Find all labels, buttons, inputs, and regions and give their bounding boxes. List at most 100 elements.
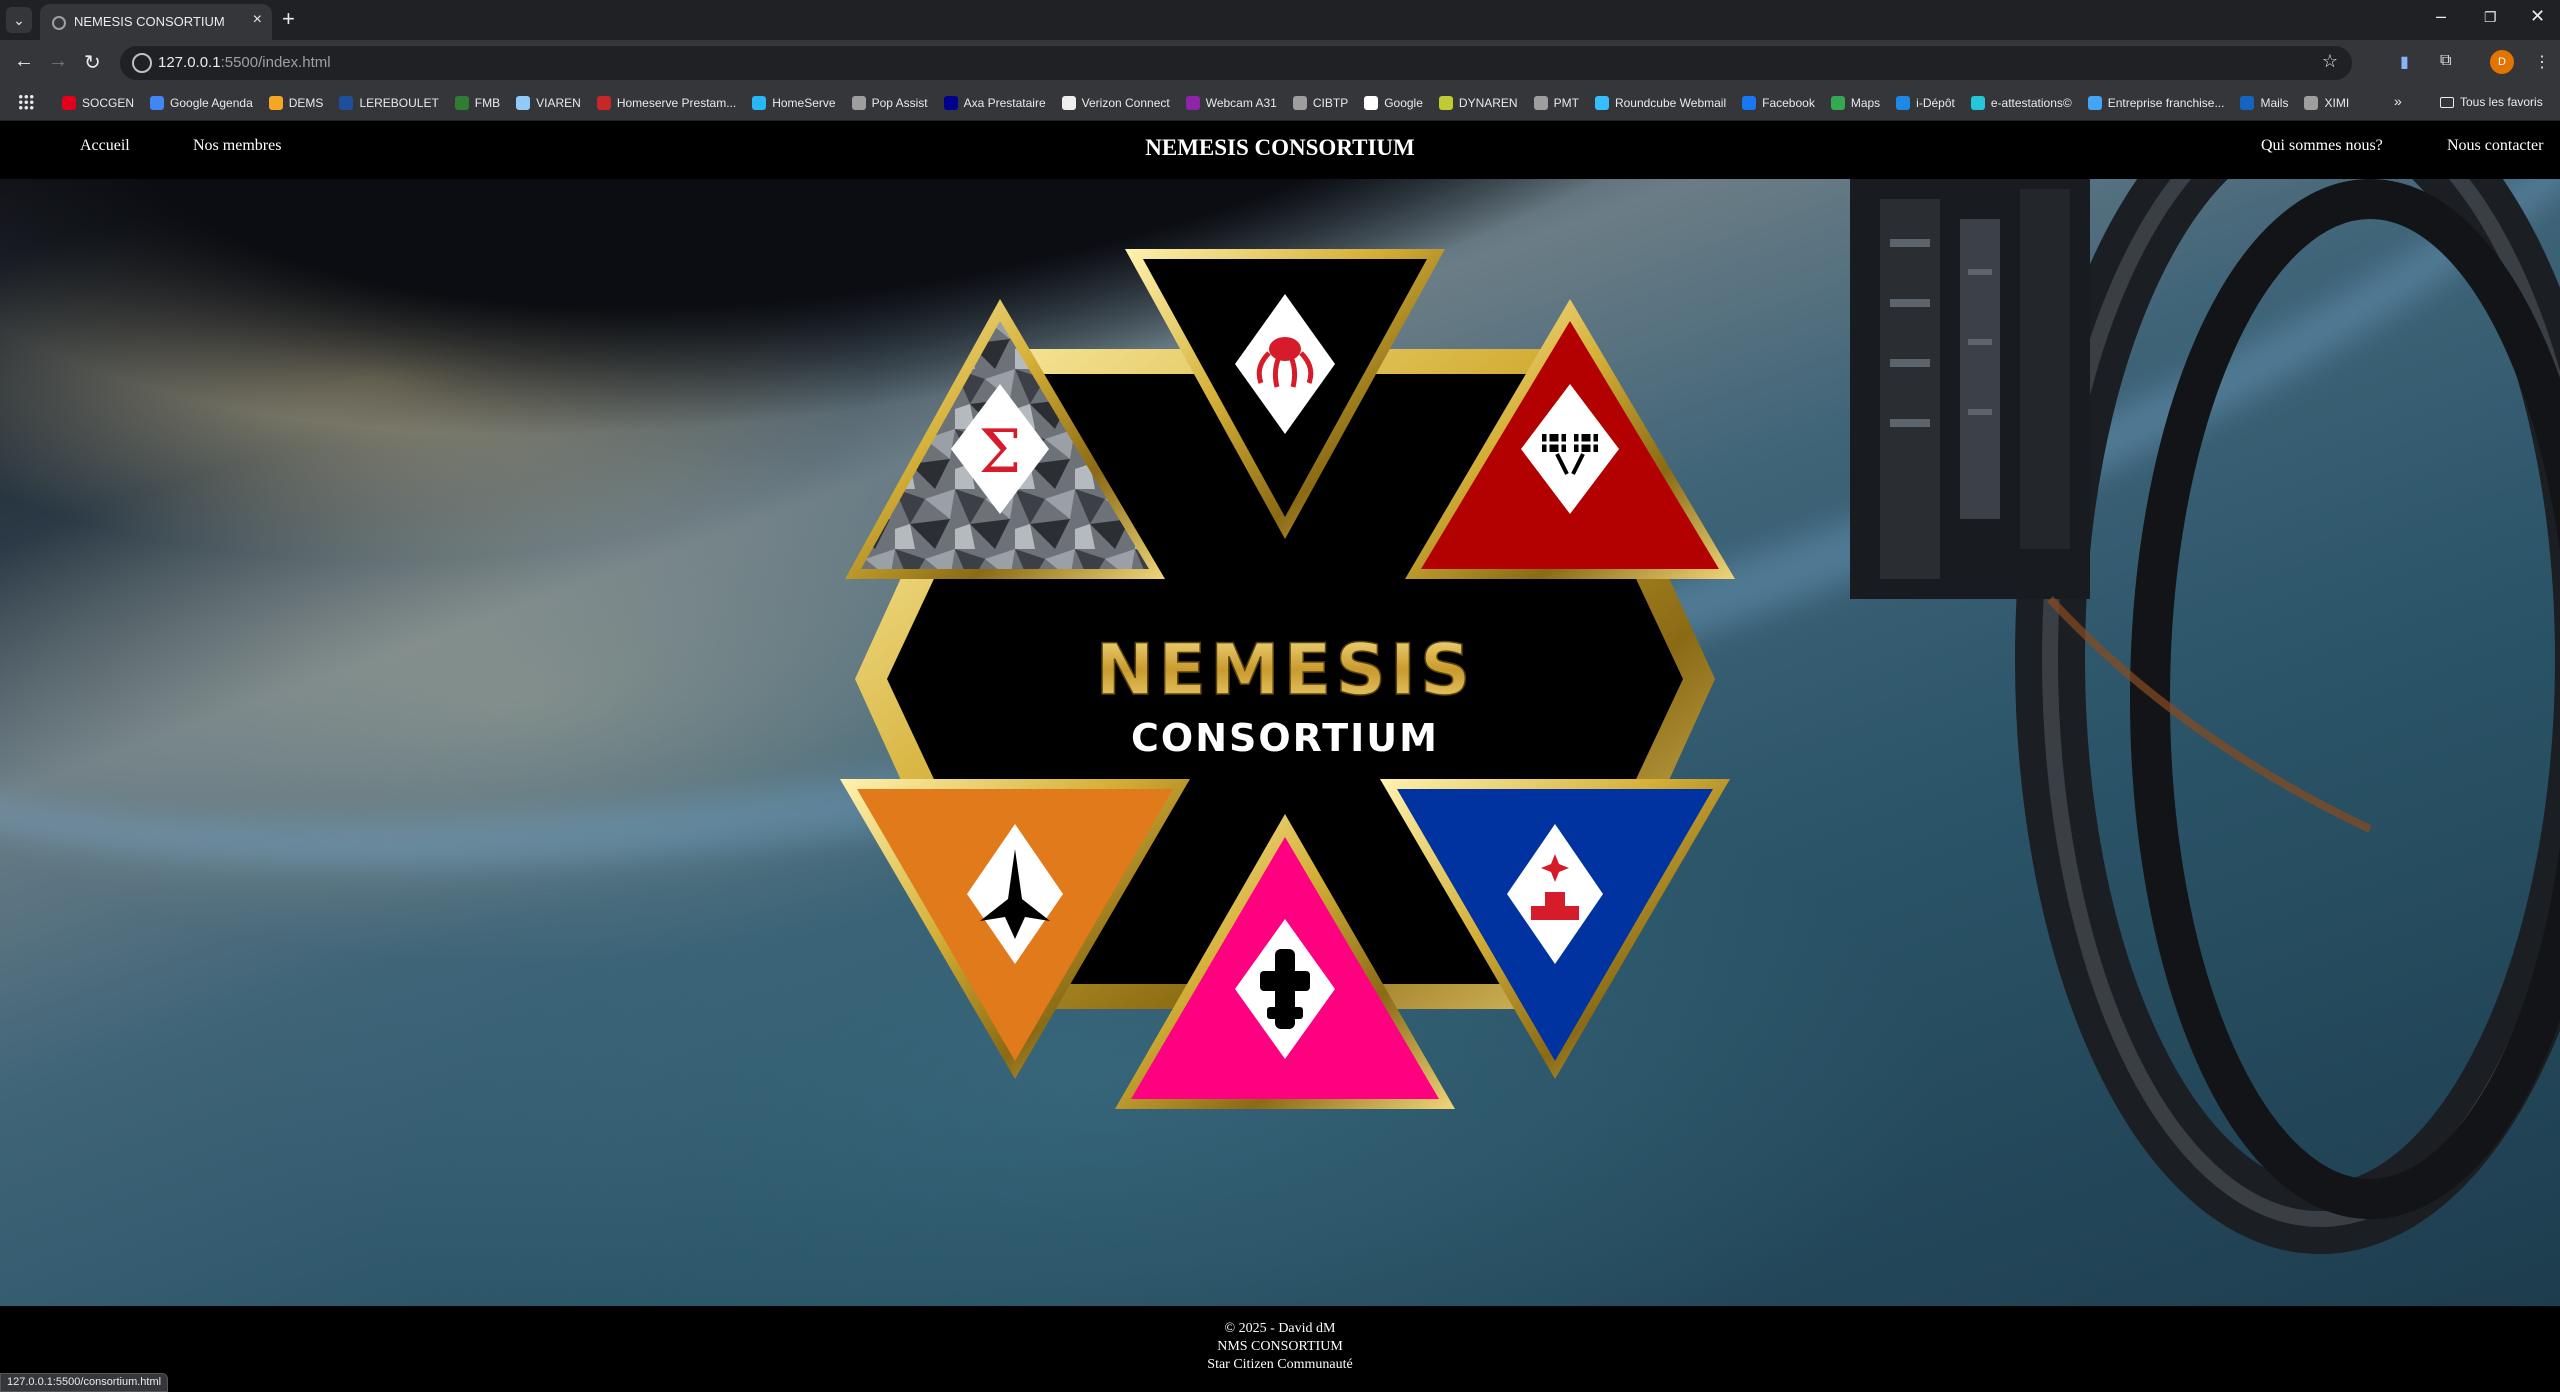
bookmark-item[interactable]: Webcam A31	[1185, 96, 1277, 110]
bookmark-item[interactable]: Verizon Connect	[1061, 96, 1170, 110]
extensions-puzzle-icon[interactable]: ⧉	[2440, 52, 2451, 70]
bookmark-item[interactable]: FMB	[454, 96, 501, 110]
nemesis-consortium-emblem: Σ NEMESIS CONSORTIUM	[840, 249, 1735, 1109]
bookmark-label: CIBTP	[1312, 96, 1349, 110]
sigma-icon: Σ	[979, 417, 1021, 487]
bookmark-item[interactable]: SOCGEN	[62, 96, 134, 110]
bookmark-favicon-icon	[1830, 96, 1845, 110]
extension-icon[interactable]: ▮	[2400, 52, 2409, 72]
bookmark-favicon-icon	[1364, 96, 1379, 110]
bookmark-label: Axa Prestataire	[963, 96, 1046, 110]
bookmark-label: DEMS	[288, 96, 324, 110]
footer-copyright: © 2025 - David dM	[1224, 1321, 1336, 1336]
bookmark-favicon-icon	[943, 96, 958, 110]
bookmark-label: Maps	[1850, 96, 1881, 110]
bookmark-label: i-Dépôt	[1916, 96, 1955, 110]
bookmark-item[interactable]: Maps	[1830, 96, 1881, 110]
bookmark-favicon-icon	[339, 96, 354, 110]
bookmark-item[interactable]: HomeServe	[752, 96, 836, 110]
folder-icon	[2440, 96, 2454, 108]
bookmark-label: Roundcube Webmail	[1614, 96, 1727, 110]
apps-grid-icon[interactable]	[18, 94, 34, 110]
site-navbar: Accueil Nos membres NEMESIS CONSORTIUM Q…	[0, 121, 2560, 179]
bookmark-favicon-icon	[1438, 96, 1453, 110]
bookmark-favicon-icon	[268, 96, 283, 110]
reload-icon[interactable]: ↻	[84, 50, 101, 75]
bookmark-item[interactable]: i-Dépôt	[1896, 96, 1955, 110]
bookmark-favicon-icon	[2304, 96, 2319, 110]
bookmark-favicon-icon	[2240, 96, 2255, 110]
site-info-icon[interactable]	[132, 53, 152, 73]
bookmark-star-icon[interactable]: ☆	[2322, 51, 2338, 72]
more-bookmarks-icon[interactable]: »	[2394, 93, 2402, 109]
emblem-title: NEMESIS	[1096, 629, 1475, 711]
forward-icon[interactable]: →	[48, 50, 68, 73]
nav-link-qui-sommes-nous[interactable]: Qui sommes nous?	[2261, 137, 2383, 155]
bookmark-label: FMB	[474, 96, 501, 110]
bookmark-favicon-icon	[1185, 96, 1200, 110]
bookmark-favicon-icon	[2087, 96, 2102, 110]
bookmark-favicon-icon	[851, 96, 866, 110]
back-icon[interactable]: ←	[14, 50, 34, 73]
close-tab-icon[interactable]: ×	[253, 11, 262, 29]
bookmark-favicon-icon	[1970, 96, 1985, 110]
bookmark-favicon-icon	[1292, 96, 1307, 110]
restore-icon[interactable]: ❐	[2484, 9, 2497, 26]
all-bookmarks-label: Tous les favoris	[2460, 95, 2543, 109]
bookmark-favicon-icon	[1742, 96, 1757, 110]
bookmark-item[interactable]: Pop Assist	[851, 96, 928, 110]
menu-kebab-icon[interactable]: ⋮	[2534, 52, 2550, 72]
bookmark-label: Mails	[2260, 96, 2289, 110]
bookmark-item[interactable]: Roundcube Webmail	[1594, 96, 1727, 110]
minimize-icon[interactable]: –	[2436, 6, 2446, 27]
bookmark-label: Facebook	[1762, 96, 1815, 110]
bookmark-item[interactable]: Entreprise franchise...	[2087, 96, 2224, 110]
bookmark-favicon-icon	[454, 96, 469, 110]
profile-avatar[interactable]: D	[2490, 50, 2514, 74]
bookmark-label: DYNAREN	[1458, 96, 1518, 110]
bookmark-favicon-icon	[1061, 96, 1076, 110]
bookmark-list: SOCGEN Google Agenda DEMS LEREBOULET FMB VIAR…	[62, 85, 2349, 121]
bookmark-item[interactable]: XIMI	[2304, 96, 2349, 110]
bookmark-label: e-attestations©	[1990, 96, 2072, 110]
bookmark-label: XIMI	[2324, 96, 2350, 110]
close-window-icon[interactable]: ✕	[2530, 6, 2545, 27]
tab-title: NEMESIS CONSORTIUM	[74, 14, 225, 29]
nav-link-nous-contacter[interactable]: Nous contacter	[2447, 137, 2543, 155]
hero-background: Σ NEMESIS CONSORTIUM	[0, 179, 2560, 1306]
active-tab[interactable]: NEMESIS CONSORTIUM ×	[40, 4, 272, 40]
bookmark-item[interactable]: DEMS	[268, 96, 324, 110]
bookmark-label: Homeserve Prestam...	[616, 96, 737, 110]
url-text[interactable]: 127.0.0.1:5500/index.html	[158, 54, 331, 71]
address-bar[interactable]: 127.0.0.1:5500/index.html ☆	[120, 46, 2352, 80]
bookmark-favicon-icon	[752, 96, 767, 110]
bookmarks-bar: SOCGEN Google Agenda DEMS LEREBOULET FMB VIAR…	[0, 85, 2560, 121]
bookmark-item[interactable]: VIAREN	[516, 96, 581, 110]
all-bookmarks-button[interactable]: Tous les favoris	[2440, 95, 2543, 109]
tab-search-button[interactable]: ⌄	[6, 7, 32, 33]
bookmark-label: Webcam A31	[1205, 96, 1277, 110]
bookmark-favicon-icon	[150, 96, 165, 110]
bookmark-label: HomeServe	[772, 96, 836, 110]
footer-org-name: NMS CONSORTIUM	[1217, 1339, 1343, 1354]
bookmark-item[interactable]: Google Agenda	[150, 96, 253, 110]
bookmark-item[interactable]: CIBTP	[1292, 96, 1349, 110]
bookmark-label: Google Agenda	[170, 96, 253, 110]
bookmark-item[interactable]: e-attestations©	[1970, 96, 2072, 110]
bookmark-item[interactable]: Axa Prestataire	[943, 96, 1046, 110]
bookmark-label: SOCGEN	[82, 96, 135, 110]
bookmark-item[interactable]: Mails	[2240, 96, 2288, 110]
footer-community: Star Citizen Communauté	[1207, 1357, 1353, 1372]
bookmark-item[interactable]: Homeserve Prestam...	[596, 96, 737, 110]
bookmark-favicon-icon	[1533, 96, 1548, 110]
bookmark-item[interactable]: PMT	[1533, 96, 1579, 110]
bookmark-favicon-icon	[1594, 96, 1609, 110]
browser-toolbar: ← → ↻ 127.0.0.1:5500/index.html ☆ ▮ ⧉ D …	[0, 40, 2560, 85]
bookmark-item[interactable]: LEREBOULET	[339, 96, 439, 110]
new-tab-button[interactable]: +	[282, 6, 295, 32]
bookmark-favicon-icon	[596, 96, 611, 110]
bookmark-item[interactable]: Facebook	[1742, 96, 1815, 110]
bookmark-label: PMT	[1553, 96, 1579, 110]
bookmark-item[interactable]: DYNAREN	[1438, 96, 1518, 110]
bookmark-item[interactable]: Google	[1364, 96, 1423, 110]
